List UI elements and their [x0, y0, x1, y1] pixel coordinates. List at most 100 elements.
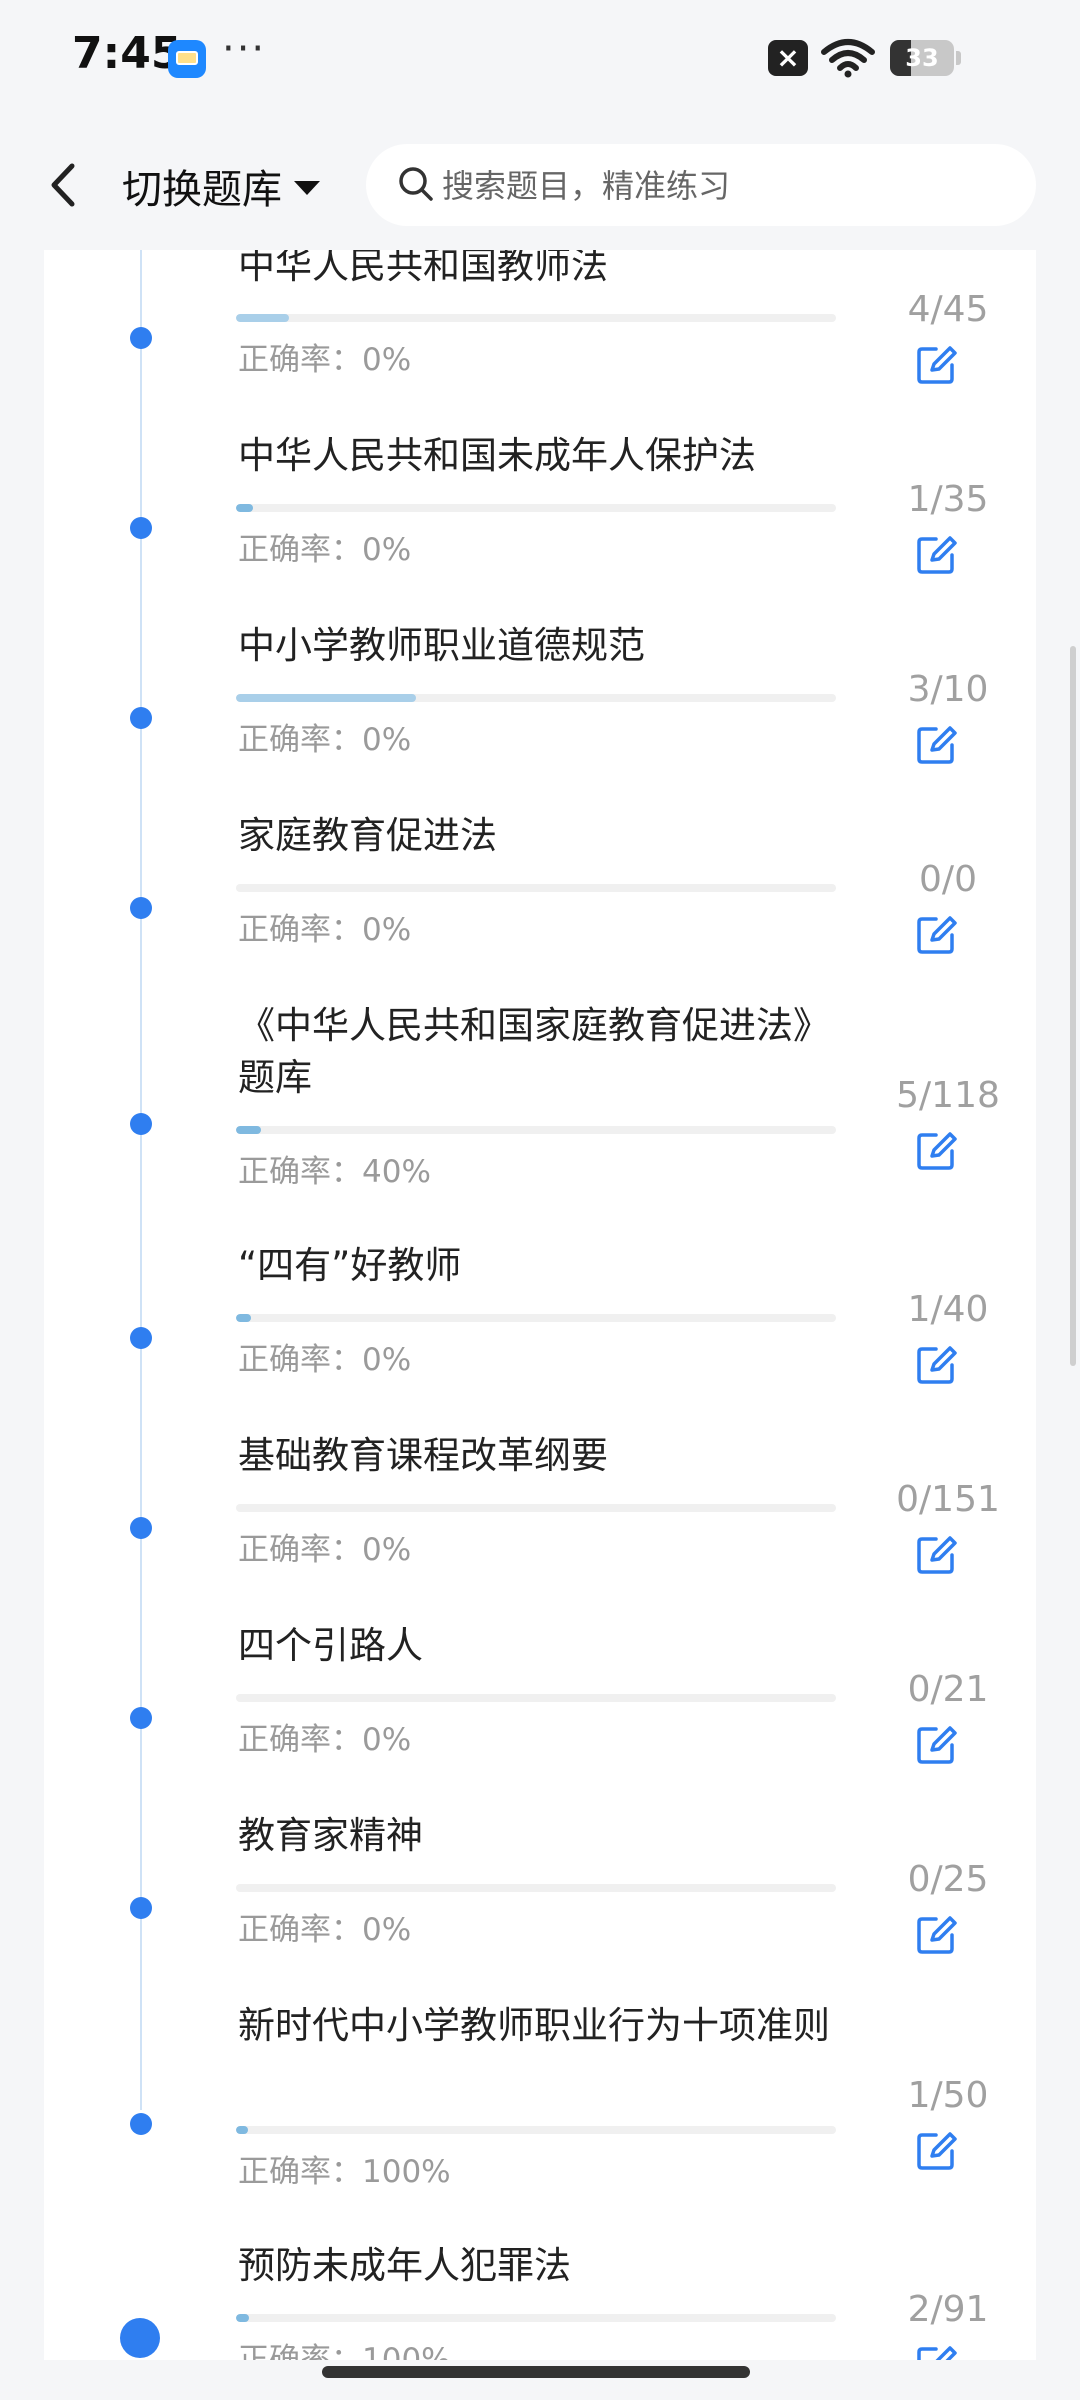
accuracy-label: 正确率：0% — [238, 1342, 412, 1378]
timeline-dot — [130, 1707, 152, 1729]
timeline-dot — [130, 1113, 152, 1135]
progress-fill — [236, 2126, 248, 2134]
edit-icon[interactable] — [914, 1913, 958, 1957]
timeline-dot — [130, 2113, 152, 2135]
accuracy-label: 正确率：100% — [238, 2154, 451, 2190]
list-item[interactable]: 基础教育课程改革纲要正确率：0% 0/151 — [44, 1430, 1036, 1612]
list-item[interactable]: 四个引路人正确率：0% 0/21 — [44, 1620, 1036, 1802]
timeline-dot — [130, 1327, 152, 1349]
switch-question-bank-button[interactable]: 切换题库 — [122, 156, 320, 216]
edit-icon[interactable] — [914, 913, 958, 957]
top-bar: 切换题库 — [0, 120, 1080, 250]
progress-count: 1/40 — [907, 1289, 989, 1330]
progress-bar — [236, 884, 836, 892]
bank-title: 《中华人民共和国家庭教育促进法》题库 — [238, 1004, 830, 1099]
edit-icon[interactable] — [914, 1343, 958, 1387]
no-sim-icon: × — [768, 40, 808, 76]
edit-icon[interactable] — [914, 533, 958, 577]
home-indicator[interactable] — [322, 2366, 750, 2378]
accuracy-label: 正确率：0% — [238, 722, 412, 758]
more-notifications-icon: ··· — [222, 26, 267, 72]
accuracy-label: 正确率：40% — [238, 1154, 431, 1190]
progress-bar — [236, 1884, 836, 1892]
edit-icon[interactable] — [914, 1533, 958, 1577]
accuracy-label: 正确率：100% — [238, 2342, 451, 2360]
question-bank-list: 中华人民共和国教师法 正确率：0% 4/45 中华人民共和国未成年人保护法 正确率：0%… — [44, 250, 1036, 2360]
progress-fill — [236, 504, 254, 512]
bank-title: “四有”好教师 — [238, 1244, 462, 1287]
caret-down-icon — [294, 181, 320, 195]
progress-count: 1/35 — [907, 479, 989, 520]
search-box[interactable] — [366, 144, 1036, 228]
progress-count: 0/151 — [896, 1479, 1000, 1520]
accuracy-label: 正确率：0% — [238, 1722, 412, 1758]
search-icon — [399, 167, 433, 201]
progress-bar — [236, 2126, 836, 2134]
bank-title: 四个引路人 — [238, 1624, 423, 1667]
accuracy-label: 正确率：0% — [238, 342, 412, 378]
progress-count: 0/21 — [907, 1669, 989, 1710]
bank-title: 中华人民共和国教师法 — [238, 250, 608, 287]
progress-count: 3/10 — [907, 669, 989, 710]
back-icon[interactable] — [40, 158, 90, 212]
list-item[interactable]: 教育家精神正确率：0% 0/25 — [44, 1810, 1036, 1992]
timeline-dot — [130, 327, 152, 349]
progress-bar — [236, 1694, 836, 1702]
accuracy-label: 正确率：0% — [238, 1532, 412, 1568]
progress-fill — [236, 1314, 251, 1322]
edit-icon[interactable] — [914, 2129, 958, 2173]
bank-title: 家庭教育促进法 — [238, 814, 497, 857]
progress-fill — [236, 2314, 250, 2322]
battery-level: 33 — [905, 44, 939, 72]
progress-bar — [236, 1314, 836, 1322]
edit-icon[interactable] — [914, 723, 958, 767]
scrollbar[interactable] — [1070, 646, 1076, 1366]
list-item[interactable]: 中华人民共和国教师法 正确率：0% 4/45 — [44, 250, 1036, 422]
bank-title: 中小学教师职业道德规范 — [238, 624, 645, 667]
timeline-dot — [130, 1517, 152, 1539]
search-input[interactable] — [440, 144, 1004, 228]
timeline-dot — [130, 897, 152, 919]
timeline-dot — [130, 517, 152, 539]
bank-title: 基础教育课程改革纲要 — [238, 1434, 608, 1477]
list-item[interactable]: 新时代中小学教师职业行为十项准则 正确率：100% 1/50 — [44, 2000, 1036, 2234]
progress-bar — [236, 1504, 836, 1512]
list-item[interactable]: 家庭教育促进法正确率：0% 0/0 — [44, 810, 1036, 992]
list-item[interactable]: “四有”好教师正确率：0% 1/40 — [44, 1240, 1036, 1422]
list-item[interactable]: 中华人民共和国未成年人保护法 正确率：0% 1/35 — [44, 430, 1036, 612]
edit-icon[interactable] — [914, 343, 958, 387]
list-item[interactable]: 中小学教师职业道德规范正确率：0% 3/10 — [44, 620, 1036, 802]
progress-count: 2/91 — [907, 2289, 989, 2330]
list-item[interactable]: 预防未成年人犯罪法正确率：100% 2/91 — [44, 2240, 1036, 2360]
bank-title: 新时代中小学教师职业行为十项准则 — [238, 2004, 830, 2047]
status-bar: 7:45 ··· × 33 — [0, 0, 1080, 120]
bank-title: 预防未成年人犯罪法 — [238, 2244, 571, 2287]
edit-icon[interactable] — [914, 1129, 958, 1173]
progress-count: 4/45 — [907, 289, 989, 330]
edit-icon[interactable] — [914, 2343, 958, 2360]
wallet-app-icon — [168, 40, 206, 78]
list-item[interactable]: 《中华人民共和国家庭教育促进法》题库 正确率：40% 5/118 — [44, 1000, 1036, 1234]
progress-bar — [236, 504, 836, 512]
progress-fill — [236, 314, 290, 322]
progress-fill — [236, 694, 416, 702]
progress-bar — [236, 2314, 836, 2322]
accuracy-label: 正确率：0% — [238, 912, 412, 948]
progress-bar — [236, 1126, 836, 1134]
progress-count: 0/0 — [919, 859, 977, 900]
timeline-dot — [130, 1897, 152, 1919]
battery-icon: 33 — [890, 40, 954, 76]
accuracy-label: 正确率：0% — [238, 1912, 412, 1948]
progress-bar — [236, 694, 836, 702]
wifi-icon — [821, 39, 875, 78]
timeline-dot — [130, 707, 152, 729]
edit-icon[interactable] — [914, 1723, 958, 1767]
progress-count: 0/25 — [907, 1859, 989, 1900]
progress-bar — [236, 314, 836, 322]
progress-fill — [236, 1126, 262, 1134]
timeline-dot — [120, 2318, 160, 2358]
bank-title: 教育家精神 — [238, 1814, 423, 1857]
page-title: 切换题库 — [122, 167, 282, 213]
accuracy-label: 正确率：0% — [238, 532, 412, 568]
status-time: 7:45 — [72, 28, 182, 79]
